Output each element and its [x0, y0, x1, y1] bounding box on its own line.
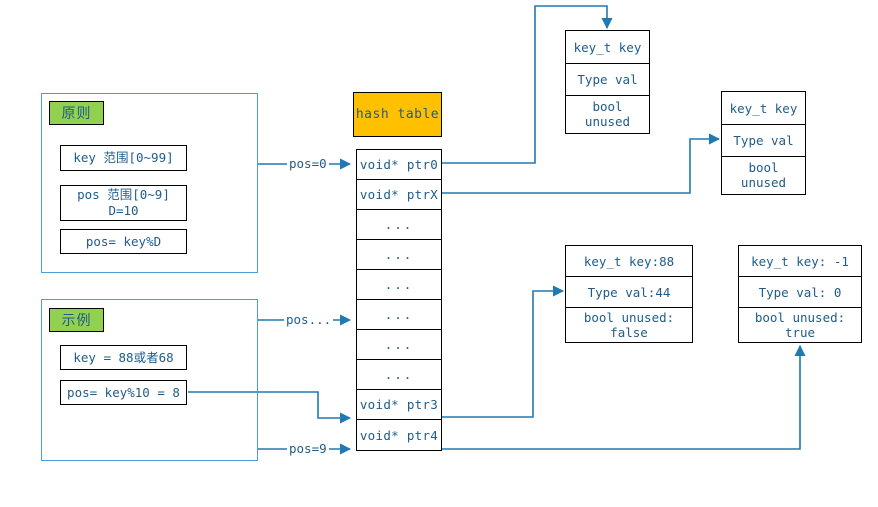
- principle-box-pos-range: pos 范围[0~9] D=10: [60, 185, 187, 221]
- node-generic-right-val: Type val: [722, 125, 805, 157]
- edge-label-pos9: pos=9: [287, 441, 329, 456]
- node-used-entry: key_t key:88 Type val:44 bool unused: fa…: [565, 245, 693, 343]
- edge-label-pos-dots: pos...: [284, 312, 334, 327]
- principle-badge: 原则: [49, 101, 104, 125]
- node-generic-top-val: Type val: [566, 64, 649, 96]
- principle-box-pos-formula: pos= key%D: [60, 229, 187, 254]
- wire-ptrx-to-node-right: [442, 133, 721, 194]
- node-generic-top-key: key_t key: [566, 31, 649, 64]
- node-generic-right-unused: bool unused: [740, 160, 787, 190]
- node-generic-right-key: key_t key: [722, 92, 805, 125]
- edge-label-pos0: pos=0: [287, 156, 329, 171]
- node-free-entry-unused: bool unused: true: [754, 309, 846, 340]
- example-box-pos-calc: pos= key%10 = 8: [60, 380, 187, 405]
- node-generic-top-unused: bool unused: [584, 99, 631, 129]
- node-generic-right: key_t key Type val bool unused: [721, 91, 806, 195]
- example-box-key-value: key = 88或者68: [60, 345, 187, 370]
- example-badge: 示例: [49, 308, 104, 332]
- diagram-canvas: 原则 key 范围[0~99] pos 范围[0~9] D=10 pos= ke…: [0, 0, 878, 507]
- node-free-entry-val: Type val: 0: [739, 277, 861, 308]
- node-used-entry-unused: bool unused: false: [583, 309, 675, 340]
- hash-slot-3[interactable]: ...: [357, 240, 441, 270]
- hash-table-title: hash table: [353, 92, 442, 137]
- node-free-entry-key: key_t key: -1: [739, 246, 861, 277]
- node-free-entry: key_t key: -1 Type val: 0 bool unused: t…: [738, 245, 862, 343]
- node-used-entry-val: Type val:44: [566, 277, 692, 308]
- node-used-entry-key: key_t key:88: [566, 246, 692, 277]
- node-generic-top: key_t key Type val bool unused: [565, 30, 650, 134]
- hash-slot-1[interactable]: void* ptrX: [357, 180, 441, 210]
- hash-slot-9[interactable]: void* ptr4: [357, 420, 441, 450]
- hash-slot-7[interactable]: ...: [357, 360, 441, 390]
- hash-slot-4[interactable]: ...: [357, 270, 441, 300]
- hash-table-slot-list: void* ptr0 void* ptrX ... ... ... ... ..…: [356, 149, 442, 451]
- hash-slot-0[interactable]: void* ptr0: [357, 150, 441, 180]
- hash-slot-5[interactable]: ...: [357, 300, 441, 330]
- principle-box-key-range: key 范围[0~99]: [60, 145, 187, 171]
- hash-slot-8[interactable]: void* ptr3: [357, 390, 441, 420]
- hash-slot-6[interactable]: ...: [357, 330, 441, 360]
- hash-slot-2[interactable]: ...: [357, 210, 441, 240]
- wire-ptr3-to-used-entry: [442, 285, 565, 418]
- wire-ptr4-to-free-entry: [442, 344, 806, 450]
